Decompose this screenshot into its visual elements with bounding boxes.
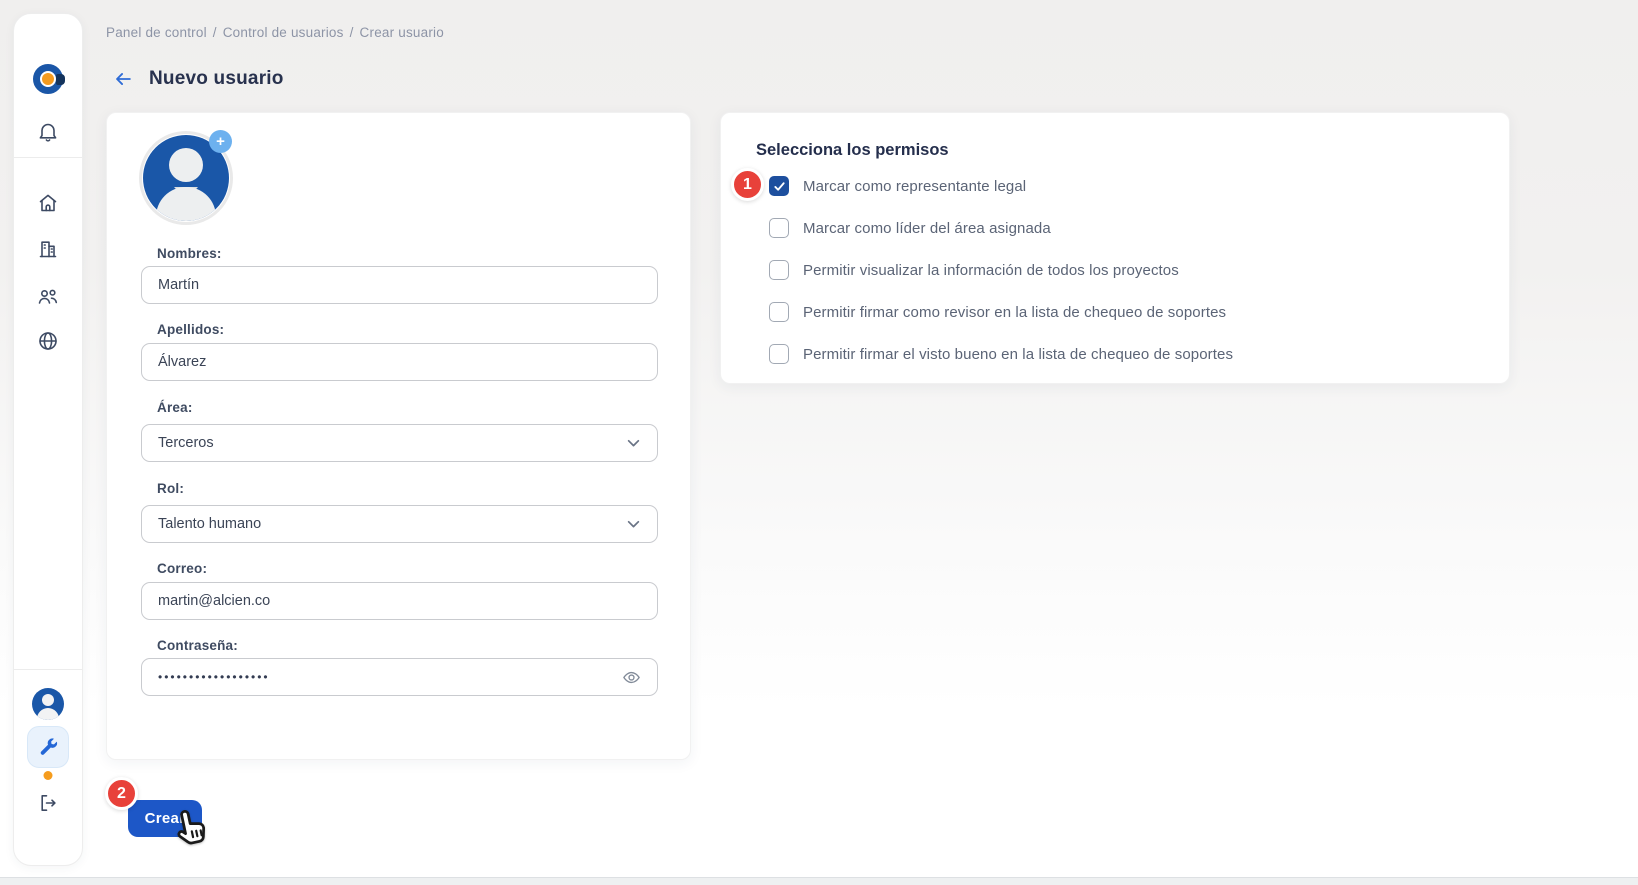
chevron-down-icon bbox=[626, 436, 641, 451]
sidebar-item-profile[interactable] bbox=[32, 688, 64, 720]
app-window: Panel de control/Control de usuarios/Cre… bbox=[0, 0, 1638, 885]
sidebar-item-company[interactable] bbox=[36, 237, 60, 261]
users-group-icon bbox=[35, 284, 61, 310]
home-icon bbox=[36, 191, 60, 215]
sidebar-item-users[interactable] bbox=[35, 284, 61, 310]
contrasena-label: Contraseña: bbox=[157, 638, 238, 653]
step-badge-1: 1 bbox=[731, 168, 764, 201]
area-select[interactable]: Terceros bbox=[141, 424, 658, 462]
toggle-password-visibility[interactable] bbox=[622, 668, 641, 687]
building-icon bbox=[36, 237, 60, 261]
page-title: Nuevo usuario bbox=[149, 68, 284, 90]
avatar-add-icon[interactable]: + bbox=[209, 130, 232, 153]
chevron-down-icon bbox=[626, 517, 641, 532]
logo-icon bbox=[33, 64, 63, 94]
checkbox-firmar-visto-bueno[interactable] bbox=[769, 344, 789, 364]
sidebar-divider-top bbox=[14, 157, 82, 158]
permission-row-visualizar: Permitir visualizar la información de to… bbox=[769, 260, 1179, 280]
user-form-card: + Nombres: Martín Apellidos: Álvarez Áre… bbox=[106, 112, 691, 760]
correo-input[interactable]: martin@alcien.co bbox=[141, 582, 658, 620]
logout-icon bbox=[36, 791, 60, 815]
permission-row-revisor: Permitir firmar como revisor en la lista… bbox=[769, 302, 1226, 322]
sidebar-item-web[interactable] bbox=[36, 329, 60, 353]
nombres-label: Nombres: bbox=[157, 246, 222, 261]
contrasena-input[interactable]: •••••••••••••••••• bbox=[141, 658, 658, 696]
correo-label: Correo: bbox=[157, 561, 207, 576]
permissions-title: Selecciona los permisos bbox=[756, 141, 949, 160]
checkbox-visualizar-proyectos[interactable] bbox=[769, 260, 789, 280]
breadcrumb-item-usuarios[interactable]: Control de usuarios bbox=[223, 25, 344, 40]
breadcrumb: Panel de control/Control de usuarios/Cre… bbox=[106, 25, 444, 40]
eye-icon bbox=[622, 668, 641, 687]
settings-notification-dot bbox=[44, 771, 53, 780]
breadcrumb-item-panel[interactable]: Panel de control bbox=[106, 25, 207, 40]
area-label: Área: bbox=[157, 400, 193, 415]
checkbox-lider-area[interactable] bbox=[769, 218, 789, 238]
app-logo[interactable] bbox=[33, 64, 63, 94]
wrench-icon bbox=[37, 736, 59, 758]
sidebar-item-home[interactable] bbox=[36, 191, 60, 215]
permission-row-visto-bueno: Permitir firmar el visto bueno en la lis… bbox=[769, 344, 1233, 364]
window-bottom-edge bbox=[0, 877, 1638, 885]
checkbox-representante-legal[interactable] bbox=[769, 176, 789, 196]
checkbox-firmar-revisor[interactable] bbox=[769, 302, 789, 322]
bell-icon bbox=[36, 120, 60, 144]
sidebar-divider-bottom bbox=[14, 669, 82, 670]
back-arrow-icon[interactable] bbox=[112, 68, 134, 90]
globe-icon bbox=[36, 329, 60, 353]
cursor-pointer-icon bbox=[168, 806, 212, 850]
apellidos-label: Apellidos: bbox=[157, 322, 224, 337]
nombres-input[interactable]: Martín bbox=[141, 266, 658, 304]
breadcrumb-item-crear: Crear usuario bbox=[360, 25, 444, 40]
step-badge-2: 2 bbox=[105, 777, 138, 810]
avatar-upload[interactable]: + bbox=[139, 131, 233, 225]
permission-row-lider: Marcar como líder del área asignada bbox=[769, 218, 1051, 238]
permission-row-representante: Marcar como representante legal bbox=[769, 176, 1026, 196]
permissions-card: Selecciona los permisos Marcar como repr… bbox=[720, 112, 1510, 384]
rol-select[interactable]: Talento humano bbox=[141, 505, 658, 543]
apellidos-input[interactable]: Álvarez bbox=[141, 343, 658, 381]
notifications-button[interactable] bbox=[36, 120, 60, 144]
profile-avatar-icon bbox=[32, 688, 64, 720]
rol-label: Rol: bbox=[157, 481, 184, 496]
check-icon bbox=[773, 180, 786, 193]
sidebar-item-settings[interactable] bbox=[27, 726, 69, 768]
sidebar-item-logout[interactable] bbox=[36, 791, 60, 815]
sidebar bbox=[13, 13, 83, 866]
